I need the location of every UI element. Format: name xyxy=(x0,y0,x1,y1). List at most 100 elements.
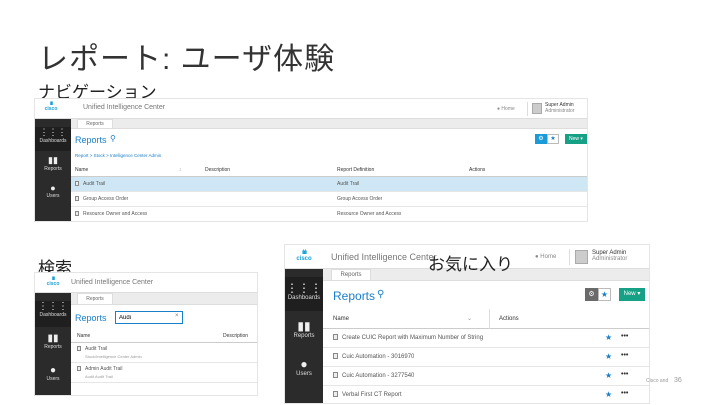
sidebar-label: Dashboards xyxy=(39,138,67,144)
column-divider xyxy=(489,309,490,329)
row-name-text: Group Access Order xyxy=(83,196,129,202)
app-title: Unified Intelligence Center xyxy=(331,252,437,262)
table-row[interactable]: Resource Owner and Access Resource Owner… xyxy=(71,207,587,221)
report-icon xyxy=(333,391,338,398)
row-name[interactable]: Cuic Automation - 3277540 xyxy=(333,367,414,386)
column-name[interactable]: Name xyxy=(333,309,349,329)
new-button[interactable]: New ▾ xyxy=(565,134,587,144)
app-title: Unified Intelligence Center xyxy=(83,104,166,111)
report-icon xyxy=(75,211,79,217)
favorite-filter-button[interactable]: ★ xyxy=(547,134,559,144)
new-button-label: New xyxy=(623,291,636,297)
result-name[interactable]: Audit Trail xyxy=(77,346,107,352)
column-name[interactable]: Name xyxy=(75,163,88,177)
search-result[interactable]: Audit Trail Stock/Intelligence Center Ad… xyxy=(71,343,257,363)
tab-strip: Reports xyxy=(71,119,587,129)
tab-strip: Reports xyxy=(71,293,257,305)
sidebar: ⋮⋮⋮ Dashboards ▮▮ Reports ● Users xyxy=(285,269,323,403)
more-icon[interactable]: ••• xyxy=(621,352,628,359)
row-name[interactable]: Create CUIC Report with Maximum Number o… xyxy=(333,329,483,348)
row-definition: Audit Trail xyxy=(337,181,360,187)
sidebar-label: Users xyxy=(46,193,60,199)
dashboard-icon: ⋮⋮⋮ xyxy=(39,127,67,137)
more-icon[interactable]: ••• xyxy=(621,390,628,397)
row-name[interactable]: Resource Owner and Access xyxy=(75,207,147,221)
favorite-star-icon[interactable]: ★ xyxy=(605,390,612,399)
table-row[interactable]: Group Access Order Group Access Order ☆ … xyxy=(71,192,587,207)
sidebar-item-dashboards[interactable]: ⋮⋮⋮ Dashboards xyxy=(35,127,71,151)
row-name-text: Create CUIC Report with Maximum Number o… xyxy=(342,335,484,341)
user-role: Administrator xyxy=(592,256,628,262)
sort-icon[interactable]: ⌄ xyxy=(467,309,472,329)
filter-button[interactable]: ⚙ xyxy=(535,134,547,144)
reports-icon: ▮▮ xyxy=(47,333,59,344)
home-label: Home xyxy=(501,106,515,112)
sidebar-item-dashboards[interactable]: ⋮⋮⋮ Dashboards xyxy=(285,277,323,311)
table-row[interactable]: Create CUIC Report with Maximum Number o… xyxy=(323,329,649,348)
sidebar-item-reports[interactable]: ▮▮ Reports xyxy=(285,315,323,349)
new-button[interactable]: New ▾ xyxy=(619,288,645,301)
result-name[interactable]: Admin Audit Trail xyxy=(77,366,123,372)
row-definition: Group Access Order xyxy=(337,196,383,202)
reports-icon: ▮▮ xyxy=(48,155,58,165)
star-icon: ★ xyxy=(550,136,556,142)
more-icon[interactable]: ••• xyxy=(621,333,628,340)
clear-icon[interactable]: × xyxy=(175,313,179,319)
user-menu[interactable]: Super Admin Administrator xyxy=(592,250,627,262)
slide-title: レポート: ユーザ体験 xyxy=(38,43,336,76)
sidebar-item-reports[interactable]: ▮▮ Reports xyxy=(35,333,71,359)
sidebar-item-users[interactable]: ● Users xyxy=(35,183,71,207)
report-icon xyxy=(333,353,338,360)
sidebar: ⋮⋮⋮ Dashboards ▮▮ Reports ● Users xyxy=(35,119,71,221)
favorite-star-icon[interactable]: ★ xyxy=(605,333,612,342)
row-name[interactable]: Audit Trail xyxy=(75,177,105,192)
home-link[interactable]: ● Home xyxy=(497,106,515,112)
user-menu[interactable]: Super Admin Administrator xyxy=(545,102,574,114)
row-name[interactable]: Verbal First CT Report xyxy=(333,386,402,403)
row-name[interactable]: Group Access Order xyxy=(75,192,128,207)
sidebar-label: Dashboards xyxy=(39,312,67,318)
favorite-star-icon[interactable]: ★ xyxy=(605,352,612,361)
tab-reports[interactable]: Reports xyxy=(77,293,113,304)
search-icon[interactable]: ⚲ xyxy=(377,289,384,300)
search-result[interactable]: Admin Audit Trail Audit Audit Trail xyxy=(71,363,257,383)
column-report-definition[interactable]: Report Definition xyxy=(337,163,374,177)
table-row[interactable]: Cuic Automation - 3277540 ★ ••• xyxy=(323,367,649,386)
table-row[interactable]: Verbal First CT Report ★ ••• xyxy=(323,386,649,403)
home-link[interactable]: ● Home xyxy=(535,254,556,260)
page-title: Reports xyxy=(75,313,107,323)
table-row[interactable]: Cuic Automation - 3016970 ★ ••• xyxy=(323,348,649,367)
breadcrumb[interactable]: Report > Stock > Intelligence Center Adm… xyxy=(75,153,161,158)
tab-reports[interactable]: Reports xyxy=(77,119,113,128)
avatar[interactable] xyxy=(575,250,588,264)
users-icon: ● xyxy=(300,357,308,371)
column-description[interactable]: Description xyxy=(223,329,248,343)
sidebar-item-dashboards[interactable]: ⋮⋮⋮ Dashboards xyxy=(35,301,71,327)
dashboard-icon: ⋮⋮⋮ xyxy=(38,301,68,312)
sidebar-item-reports[interactable]: ▮▮ Reports xyxy=(35,155,71,179)
sort-icon[interactable]: ↕ xyxy=(179,163,182,177)
report-icon xyxy=(77,346,81,352)
row-definition: Resource Owner and Access xyxy=(337,211,402,217)
column-description[interactable]: Description xyxy=(205,163,230,177)
sidebar-label: Reports xyxy=(44,166,62,172)
favorite-star-icon[interactable]: ★ xyxy=(605,371,612,380)
filter-button[interactable]: ⚙ xyxy=(585,288,598,301)
favorite-filter-button[interactable]: ★ xyxy=(598,288,611,301)
sidebar-item-users[interactable]: ● Users xyxy=(35,365,71,391)
column-name[interactable]: Name xyxy=(77,329,90,343)
home-label: Home xyxy=(540,254,557,260)
search-icon[interactable]: ⚲ xyxy=(110,134,116,143)
report-icon xyxy=(75,181,79,187)
cisco-logo: ılıılı cisco xyxy=(296,250,312,262)
reports-icon: ▮▮ xyxy=(297,319,311,333)
sidebar-item-users[interactable]: ● Users xyxy=(285,353,323,387)
table-row[interactable]: Audit Trail Audit Trail ☆ ••• xyxy=(71,177,587,192)
user-role: Administrator xyxy=(545,108,575,114)
tab-reports[interactable]: Reports xyxy=(331,269,371,280)
divider xyxy=(527,102,528,116)
row-name[interactable]: Cuic Automation - 3016970 xyxy=(333,348,414,367)
avatar[interactable] xyxy=(532,103,542,114)
search-input[interactable] xyxy=(115,311,183,324)
more-icon[interactable]: ••• xyxy=(621,371,628,378)
